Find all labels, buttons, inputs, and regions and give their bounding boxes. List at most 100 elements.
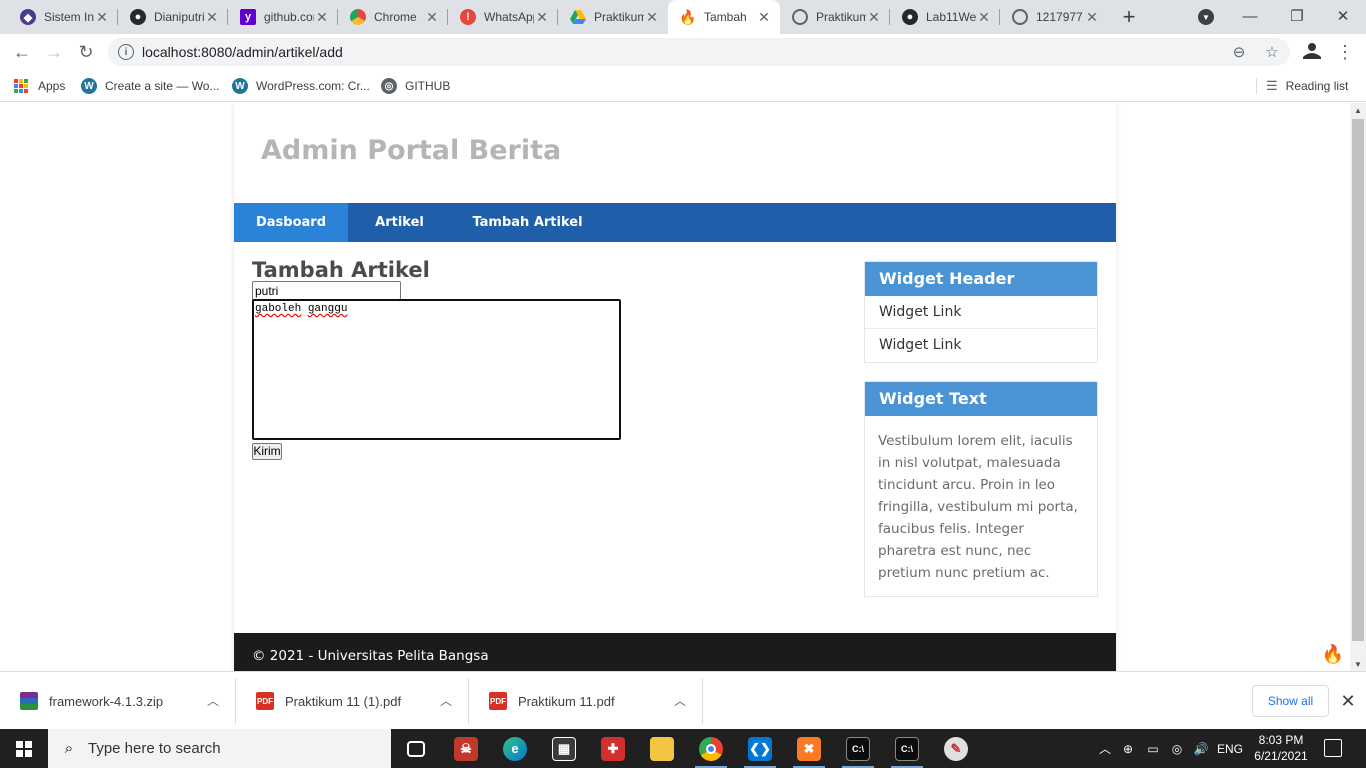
nav-dasboard[interactable]: Dasboard (234, 203, 348, 242)
site-info-icon[interactable]: i (118, 44, 134, 60)
wordpress-icon: W (81, 78, 97, 94)
system-clock[interactable]: 8:03 PM 6/21/2021 (1248, 732, 1314, 764)
scroll-down-arrow-icon[interactable]: ▼ (1350, 657, 1366, 671)
taskbar-app-edge[interactable]: e (495, 733, 535, 764)
show-all-button[interactable]: Show all (1252, 685, 1329, 717)
page-scrollbar[interactable]: ▲ ▼ (1350, 103, 1366, 671)
store-icon: ▦ (552, 736, 576, 761)
task-view-button[interactable] (396, 733, 436, 764)
network-icon[interactable]: ◎ (1168, 729, 1186, 768)
widget-header-title: Widget Header (865, 262, 1097, 296)
close-icon[interactable]: ✕ (204, 9, 220, 25)
close-icon[interactable]: ✕ (424, 9, 440, 25)
profile-avatar-icon[interactable] (1300, 40, 1324, 64)
bookmark-star-icon[interactable]: ☆ (1263, 43, 1281, 61)
taskbar-app-explorer[interactable] (642, 733, 682, 764)
close-icon[interactable]: ✕ (866, 9, 882, 25)
chevron-up-icon[interactable]: ︿ (438, 692, 454, 708)
taskbar-app-xampp[interactable]: ✖ (789, 733, 829, 768)
minimize-icon[interactable]: — (1238, 5, 1262, 27)
close-icon[interactable]: ✕ (976, 9, 992, 25)
window-close-icon[interactable]: ✕ (1331, 5, 1355, 27)
widget-link[interactable]: Widget Link (865, 329, 1097, 362)
nav-artikel[interactable]: Artikel (348, 203, 451, 242)
article-body-textarea[interactable]: gaboleh ganggu (252, 299, 621, 440)
taskbar-app-vscode[interactable]: ❮❯ (740, 733, 780, 768)
close-icon[interactable]: ✕ (644, 9, 660, 25)
bookmark-wordpress[interactable]: W WordPress.com: Cr... (232, 76, 370, 96)
bookmark-create-site[interactable]: W Create a site — Wo... (81, 76, 220, 96)
tab-sistem-informasi[interactable]: ◆ Sistem Informasi ✕ (8, 0, 118, 34)
tab-title: Lab11Web (926, 10, 976, 24)
close-downloads-icon[interactable]: ✕ (1338, 691, 1358, 711)
close-icon[interactable]: ✕ (756, 9, 772, 25)
taskbar-search-box[interactable]: ⌕ Type here to search (48, 729, 391, 768)
chrome-web-store-icon (350, 9, 366, 25)
scrollbar-thumb[interactable] (1352, 119, 1364, 641)
back-arrow-icon[interactable]: ← (10, 40, 34, 64)
start-button[interactable] (0, 729, 48, 768)
reload-icon[interactable]: ↻ (74, 40, 98, 64)
kebab-menu-icon[interactable]: ⋮ (1333, 40, 1357, 64)
tab-whatsapp[interactable]: ! WhatsApp ✕ (448, 0, 558, 34)
tab-title: Sistem Informasi (44, 10, 94, 24)
taskbar-app-chrome[interactable] (691, 733, 731, 768)
url-text[interactable]: localhost:8080/admin/artikel/add (142, 38, 343, 66)
site-header: Admin Portal Berita (234, 103, 1116, 203)
bookmark-apps[interactable]: Apps (14, 76, 65, 96)
google-drive-icon (570, 9, 586, 25)
close-icon[interactable]: ✕ (314, 9, 330, 25)
apps-grid-icon (14, 79, 28, 93)
body-word: ganggu (307, 303, 348, 315)
chevron-up-icon[interactable]: ︿ (672, 692, 688, 708)
nav-tambah-artikel[interactable]: Tambah Artikel (451, 203, 604, 242)
taskbar-app-paint[interactable]: ✎ (936, 733, 976, 764)
taskbar-app-gift[interactable]: ✚ (593, 733, 633, 764)
forward-arrow-icon[interactable]: → (42, 40, 66, 64)
tab-praktikum-drive[interactable]: Praktikum ✕ (558, 0, 668, 34)
taskbar-app-game[interactable]: ☠ (446, 733, 486, 764)
chevron-up-icon[interactable]: ︿ (1096, 729, 1114, 768)
codeigniter-toolbar-icon[interactable]: 🔥 (1320, 641, 1346, 667)
tab-lab11web[interactable]: ● Lab11Web ✕ (890, 0, 1000, 34)
tab-strip: ◆ Sistem Informasi ✕ ● Dianiputri ✕ y gi… (0, 0, 1366, 34)
chevron-up-icon[interactable]: ︿ (205, 692, 221, 708)
language-indicator[interactable]: ENG (1216, 729, 1244, 768)
new-tab-button[interactable]: + (1117, 4, 1141, 29)
tab-1217977[interactable]: 1217977 ✕ (1000, 0, 1108, 34)
download-item[interactable]: PDF Praktikum 11.pdf ︿ (469, 678, 703, 724)
tab-tambah-active[interactable]: 🔥 Tambah ✕ (668, 0, 780, 34)
kirim-button[interactable]: Kirim (252, 443, 282, 460)
battery-icon[interactable]: ▭ (1144, 729, 1162, 768)
volume-icon[interactable]: 🔊 (1192, 729, 1210, 768)
close-icon[interactable]: ✕ (94, 9, 110, 25)
search-icon: ⌕ (64, 740, 74, 757)
tab-dianiputri[interactable]: ● Dianiputri ✕ (118, 0, 228, 34)
close-icon[interactable]: ✕ (1084, 9, 1100, 25)
tab-chrome[interactable]: Chrome ✕ (338, 0, 448, 34)
restore-icon[interactable]: ❐ (1285, 5, 1309, 27)
wordpress-icon: W (232, 78, 248, 94)
browser-toolbar: ← → ↻ i localhost:8080/admin/artikel/add… (0, 34, 1366, 70)
download-item[interactable]: PDF Praktikum 11 (1).pdf ︿ (236, 678, 469, 724)
address-bar[interactable]: i localhost:8080/admin/artikel/add ⊖ ☆ (108, 38, 1290, 66)
taskbar-app-terminal-2[interactable]: C:\ (887, 733, 927, 768)
download-item[interactable]: framework-4.1.3.zip ︿ (0, 678, 236, 724)
widget-link[interactable]: Widget Link (865, 296, 1097, 329)
article-title-input[interactable] (252, 281, 401, 300)
bookmark-github[interactable]: ◎ GITHUB (381, 76, 450, 96)
taskbar-app-store[interactable]: ▦ (544, 733, 584, 764)
action-center-icon[interactable] (1324, 739, 1342, 757)
reading-list-button[interactable]: ☰ Reading list (1266, 76, 1348, 96)
tab-search-icon[interactable]: ▼ (1198, 9, 1214, 25)
site-title: Admin Portal Berita (261, 135, 562, 166)
tab-github-com[interactable]: y github.com ✕ (228, 0, 338, 34)
vscode-icon: ❮❯ (748, 736, 772, 761)
tab-praktikum-2[interactable]: Praktikum ✕ (780, 0, 890, 34)
taskbar-app-terminal-1[interactable]: C:\ (838, 733, 878, 768)
scroll-up-arrow-icon[interactable]: ▲ (1350, 103, 1366, 117)
close-icon[interactable]: ✕ (534, 9, 550, 25)
touchpad-icon[interactable]: ⊕ (1119, 729, 1137, 768)
zoom-icon[interactable]: ⊖ (1230, 43, 1248, 61)
chrome-icon (699, 736, 723, 761)
